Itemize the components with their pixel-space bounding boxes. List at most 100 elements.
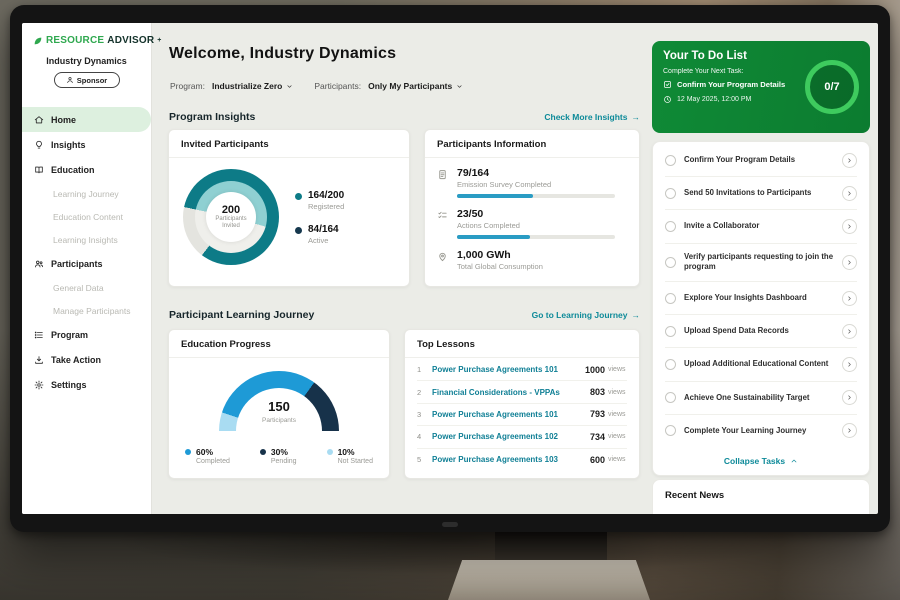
task-checkbox[interactable] (665, 155, 676, 166)
task-checkbox[interactable] (665, 392, 676, 403)
gauge-legend: 60% Completed 30% Pending (169, 433, 389, 465)
sidebar-item-label: Manage Participants (53, 306, 131, 316)
task-checkbox[interactable] (665, 359, 676, 370)
sidebar-item-education[interactable]: Education (22, 157, 151, 182)
sidebar-item-manage-participants[interactable]: Manage Participants (22, 299, 151, 322)
sidebar-item-label: Participants (51, 259, 103, 269)
legend-value: 10% (338, 447, 373, 457)
sidebar-item-education-content[interactable]: Education Content (22, 205, 151, 228)
lessons-list: 1 Power Purchase Agreements 101 1000 vie… (405, 358, 639, 471)
collapse-tasks-label: Collapse Tasks (724, 456, 785, 466)
sidebar-item-program[interactable]: Program (22, 322, 151, 347)
sidebar-item-settings[interactable]: Settings (22, 372, 151, 397)
stat-label: Actions Completed (457, 221, 615, 230)
program-insights-header: Program Insights Check More Insights → (169, 111, 640, 123)
task-checkbox[interactable] (665, 326, 676, 337)
legend-dot-teal (295, 193, 302, 200)
chevron-down-icon (456, 83, 463, 90)
sidebar-item-participants[interactable]: Participants (22, 251, 151, 276)
task-open-button[interactable] (842, 357, 857, 372)
lesson-views: 793 (590, 409, 605, 419)
lesson-views: 600 (590, 455, 605, 465)
task-open-button[interactable] (842, 255, 857, 270)
lesson-views: 734 (590, 432, 605, 442)
task-checkbox[interactable] (665, 425, 676, 436)
clock-icon (663, 95, 672, 104)
stat-label: Emission Survey Completed (457, 180, 615, 189)
sidebar-item-insights[interactable]: Insights (22, 132, 151, 157)
lesson-link[interactable]: Financial Considerations - VPPAs (432, 388, 590, 397)
go-to-learning-journey-link[interactable]: Go to Learning Journey → (532, 310, 640, 320)
task-row-invite-collaborator: Invite a Collaborator (665, 210, 857, 243)
invited-participants-card: Invited Participants 200 Participants In… (168, 129, 410, 287)
task-label: Upload Spend Data Records (684, 326, 834, 336)
task-row-upload-educational-content: Upload Additional Educational Content (665, 348, 857, 381)
chevron-right-icon (846, 328, 853, 335)
book-icon (34, 165, 44, 175)
task-open-button[interactable] (842, 186, 857, 201)
task-open-button[interactable] (842, 219, 857, 234)
section-title-learning-journey: Participant Learning Journey (169, 309, 314, 321)
stat-value: 79/164 (457, 167, 615, 179)
participants-filter-value: Only My Participants (368, 81, 452, 91)
task-checkbox[interactable] (665, 293, 676, 304)
sidebar-item-take-action[interactable]: Take Action (22, 347, 151, 372)
task-row-explore-insights: Explore Your Insights Dashboard (665, 282, 857, 315)
task-row-upload-spend-data: Upload Spend Data Records (665, 315, 857, 348)
task-open-button[interactable] (842, 390, 857, 405)
sidebar-item-label: Insights (51, 140, 86, 150)
collapse-tasks-button[interactable]: Collapse Tasks (665, 447, 857, 471)
participants-information-card: Participants Information 79/164 Emission… (424, 129, 640, 287)
sidebar-item-home[interactable]: Home (22, 107, 151, 132)
sponsor-badge-label: Sponsor (77, 76, 107, 85)
legend-value: 84/164 (308, 224, 339, 235)
stat-value: 23/50 (457, 208, 615, 220)
program-filter-select[interactable]: Industrialize Zero (212, 81, 293, 91)
lesson-link[interactable]: Power Purchase Agreements 101 (432, 410, 590, 419)
donut-center: 200 Participants Invited (206, 192, 256, 242)
program-filter-label: Program: (170, 81, 205, 91)
task-label: Complete Your Learning Journey (684, 426, 834, 436)
task-checkbox[interactable] (665, 188, 676, 199)
sidebar-nav: Home Insights Education Learning Journey (22, 107, 151, 397)
lesson-row: 2 Financial Considerations - VPPAs 803 v… (417, 381, 627, 403)
check-more-insights-link[interactable]: Check More Insights → (544, 112, 640, 122)
sidebar-item-general-data[interactable]: General Data (22, 276, 151, 299)
education-progress-card: Education Progress 150 Participants (168, 329, 390, 479)
main-content: Welcome, Industry Dynamics Program: Indu… (168, 23, 640, 514)
invited-donut-chart: 200 Participants Invited (183, 169, 279, 265)
dashboard-screen: RESOURCE ADVISOR+ Industry Dynamics Spon… (22, 23, 878, 514)
task-open-button[interactable] (842, 291, 857, 306)
sidebar-item-learning-journey[interactable]: Learning Journey (22, 182, 151, 205)
logo-plus: + (157, 37, 161, 44)
lesson-link[interactable]: Power Purchase Agreements 102 (432, 432, 590, 441)
org-name: Industry Dynamics (22, 56, 151, 66)
lesson-row: 1 Power Purchase Agreements 101 1000 vie… (417, 359, 627, 381)
task-checkbox[interactable] (665, 257, 676, 268)
task-row-verify-participants: Verify participants requesting to join t… (665, 244, 857, 282)
download-icon (34, 355, 44, 365)
lesson-link[interactable]: Power Purchase Agreements 103 (432, 455, 590, 464)
sidebar-item-learning-insights[interactable]: Learning Insights (22, 228, 151, 251)
participants-filter-select[interactable]: Only My Participants (368, 81, 463, 91)
donut-center-value: 200 (222, 204, 240, 216)
task-checkbox[interactable] (665, 221, 676, 232)
task-open-button[interactable] (842, 423, 857, 438)
person-icon (66, 76, 74, 84)
sidebar-item-label: Take Action (51, 355, 101, 365)
lesson-link[interactable]: Power Purchase Agreements 101 (432, 365, 585, 374)
card-title: Top Lessons (405, 330, 639, 358)
task-open-button[interactable] (842, 153, 857, 168)
todo-next-task-label: Confirm Your Program Details (677, 80, 785, 89)
donut-center-label: Participants Invited (210, 216, 252, 231)
sponsor-badge[interactable]: Sponsor (54, 72, 120, 88)
stat-emission-survey: 79/164 Emission Survey Completed (437, 167, 627, 198)
people-icon (34, 259, 44, 269)
sidebar-item-label: Learning Journey (53, 189, 119, 199)
task-open-button[interactable] (842, 324, 857, 339)
gauge-center-label: Participants (262, 417, 296, 424)
todo-task-list: Confirm Your Program Details Send 50 Inv… (652, 141, 870, 476)
legend-value: 164/200 (308, 190, 344, 201)
gauge-center: 150 Participants (219, 399, 339, 424)
arrow-right-icon: → (632, 112, 641, 122)
